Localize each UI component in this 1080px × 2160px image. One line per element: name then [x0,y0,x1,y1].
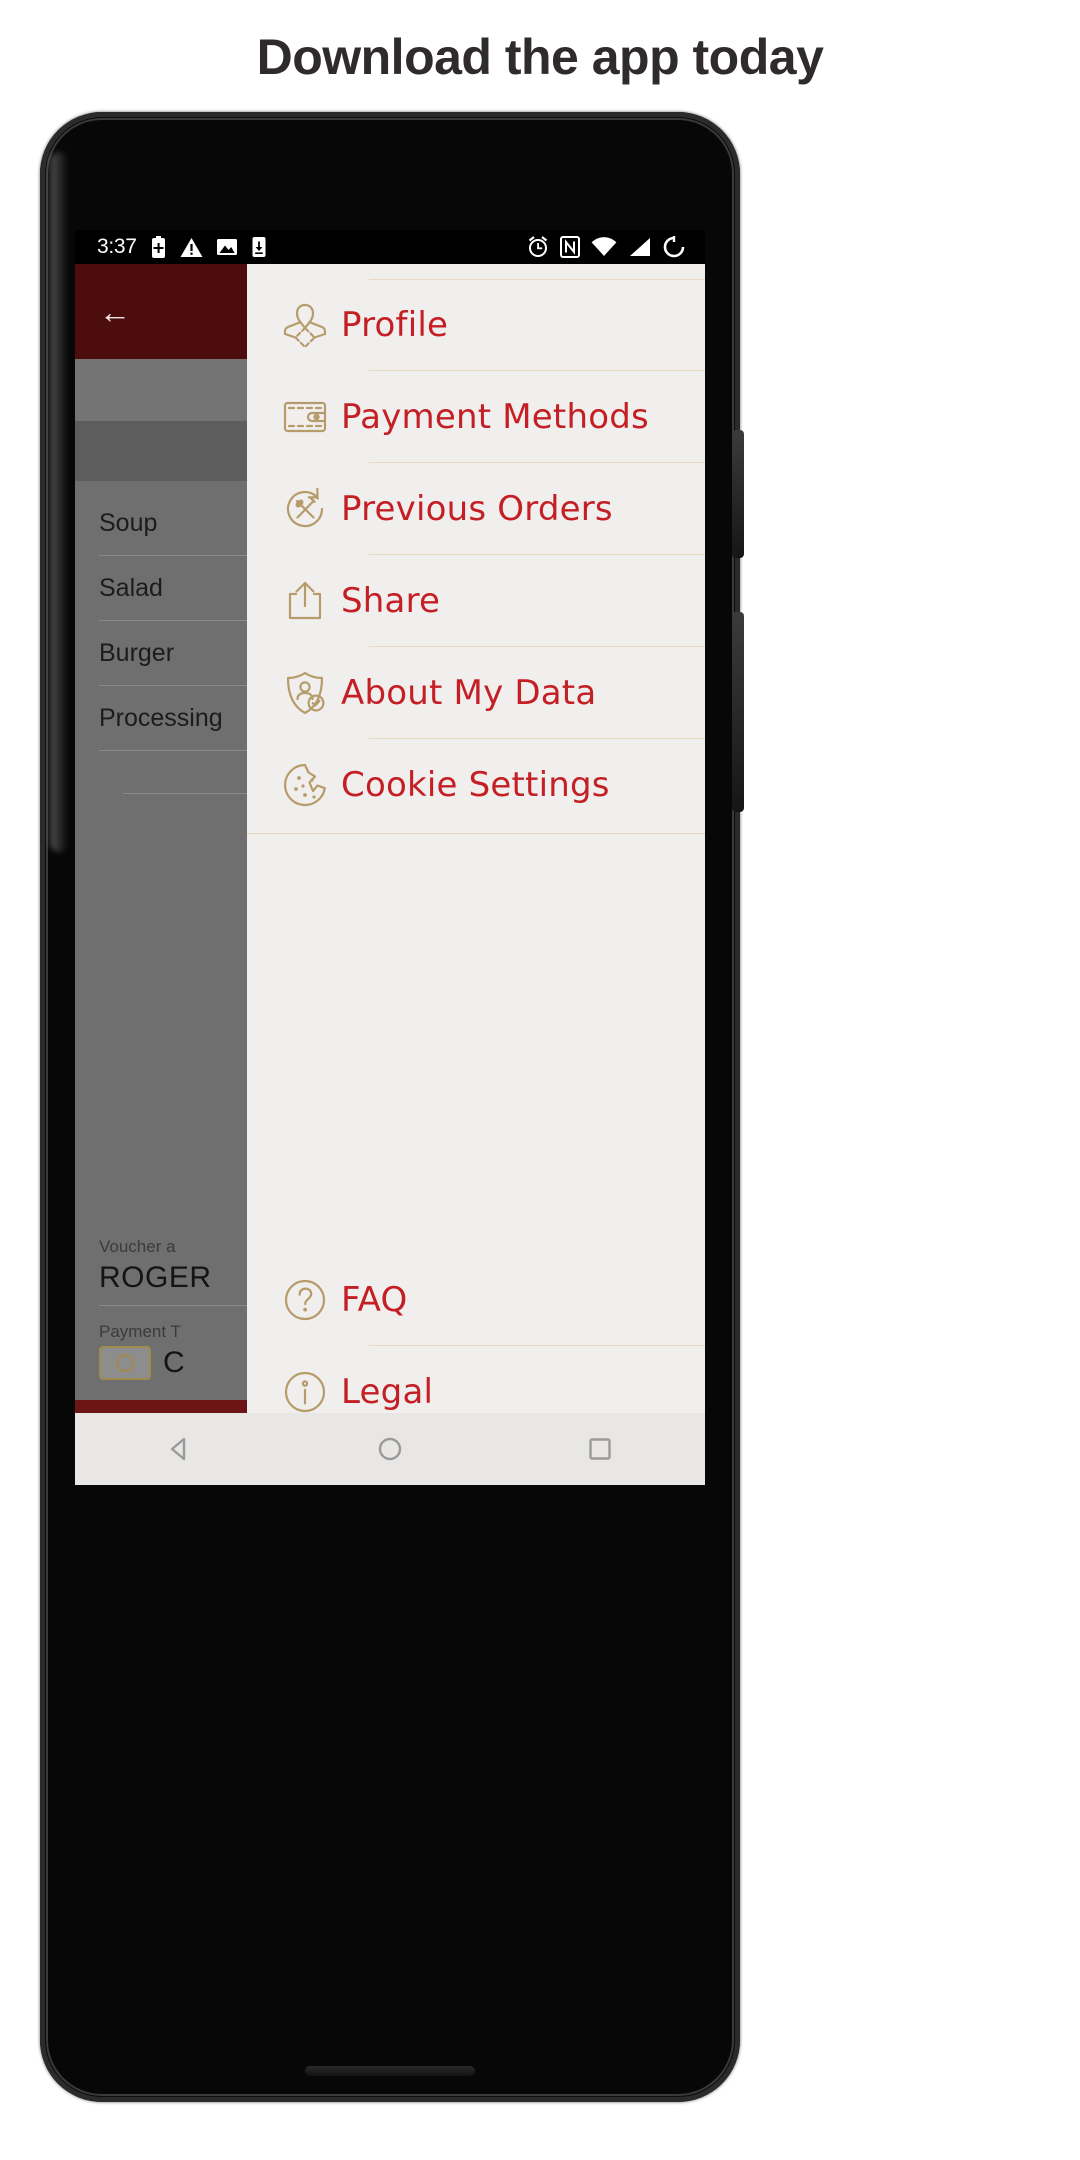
navigation-drawer: Profile Payment Methods Previous Orders … [247,264,705,1485]
menu-item-cookie-settings[interactable]: Cookie Settings [247,739,705,831]
status-bar: 3:37 [75,230,705,264]
alarm-icon [528,236,548,257]
menu-item-label: Share [341,581,441,621]
back-triangle-icon[interactable] [135,1413,225,1485]
bottom-speaker [305,2066,475,2076]
menu-item-profile[interactable]: Profile [247,279,705,371]
volume-button [732,612,744,812]
phone-screen: 3:37 ← Soup Salad Burger Processing Vouc… [75,230,705,1485]
menu-item-label: Cookie Settings [341,765,610,805]
profile-person-icon [269,298,341,352]
menu-item-payment-methods[interactable]: Payment Methods [247,371,705,463]
drawer-spacer [247,834,705,1254]
status-bar-left: 3:37 [75,235,267,259]
wallet-icon [269,390,341,444]
order-history-cutlery-icon [269,482,341,536]
cookie-icon [269,758,341,812]
menu-item-label: Profile [341,305,449,345]
drawer-primary-section: Profile Payment Methods Previous Orders … [247,264,705,831]
wifi-icon [591,237,617,256]
menu-item-share[interactable]: Share [247,555,705,647]
phone-download-icon [252,237,266,257]
image-icon [216,239,237,255]
battery-plus-icon [151,235,165,258]
menu-item-label: Legal [341,1372,434,1412]
status-bar-right [527,236,705,258]
battery-icon [663,236,685,258]
android-nav-bar [75,1413,705,1485]
signal-icon [630,238,650,256]
payment-value: C [163,1346,185,1379]
menu-item-about-my-data[interactable]: About My Data [247,647,705,739]
recents-square-icon[interactable] [555,1413,645,1485]
menu-item-label: Previous Orders [341,489,613,529]
menu-item-label: About My Data [341,673,597,713]
warning-triangle-icon [180,237,203,257]
bezel-highlight [50,152,68,852]
status-clock: 3:37 [97,235,137,258]
shield-person-check-icon [269,666,341,720]
menu-item-label: FAQ [341,1280,408,1320]
divider [369,279,705,280]
home-circle-icon[interactable] [345,1413,435,1485]
back-arrow-icon[interactable]: ← [99,296,131,328]
info-circle-icon [269,1365,341,1419]
share-upload-icon [269,574,341,628]
menu-item-label: Payment Methods [341,397,649,437]
power-button [732,430,744,558]
cash-icon [99,1346,151,1380]
nfc-icon [560,236,580,258]
menu-item-faq[interactable]: FAQ [247,1254,705,1346]
page-title: Download the app today [256,29,824,85]
menu-item-previous-orders[interactable]: Previous Orders [247,463,705,555]
question-circle-icon [269,1273,341,1327]
